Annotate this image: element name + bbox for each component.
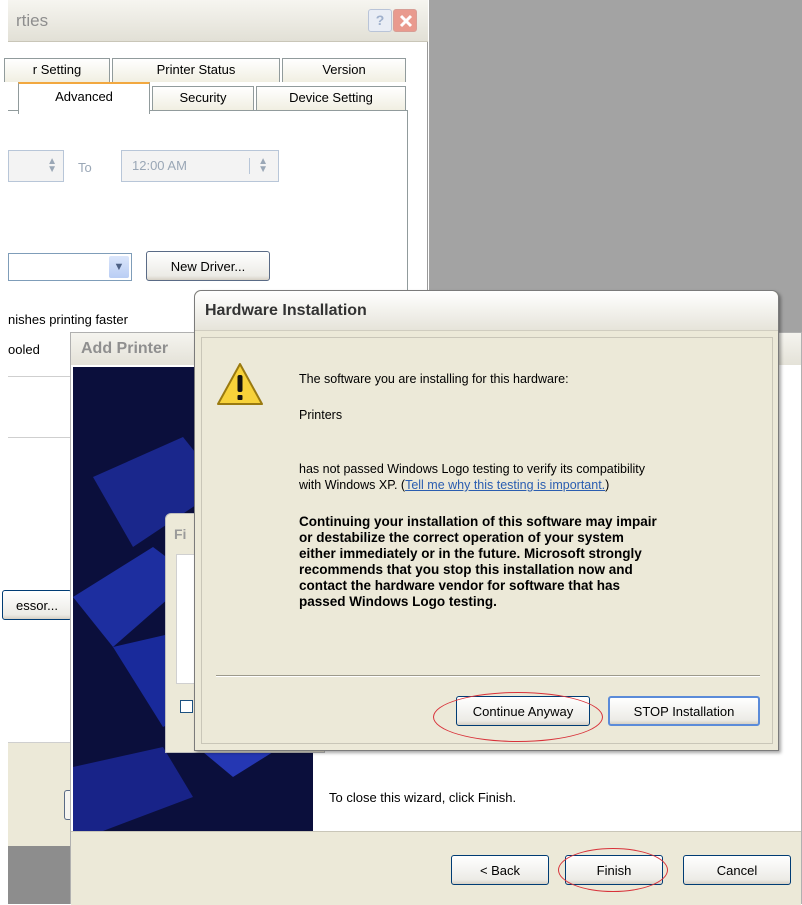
option-spooled: ooled: [8, 342, 40, 357]
spin-arrows-icon: ▲ ▼: [249, 157, 268, 175]
hardware-device-name: Printers: [299, 408, 343, 422]
print-processor-button[interactable]: essor...: [2, 590, 72, 620]
help-button[interactable]: ?: [368, 9, 392, 32]
close-icon: [399, 14, 413, 28]
chevron-down-icon: ▼: [109, 256, 129, 278]
logo-message-suffix: ): [605, 478, 610, 492]
properties-title-bar: rties ?: [8, 0, 428, 42]
hardware-installation-dialog: Hardware Installation The software you a…: [194, 290, 779, 751]
option-finishes-printing-faster: nishes printing faster: [8, 312, 128, 327]
logo-message-line2: with Windows XP. (Tell me why this testi…: [299, 478, 609, 492]
cancel-button[interactable]: Cancel: [683, 855, 791, 885]
warning-line: recommends that you stop this installati…: [299, 562, 633, 577]
tab-printer-status[interactable]: Printer Status: [112, 58, 280, 82]
desktop-bottom-left: [8, 846, 70, 904]
tab-advanced[interactable]: Advanced: [18, 82, 150, 114]
from-time-spinner[interactable]: ▲ ▼: [8, 150, 64, 182]
logo-message-prefix: with Windows XP. (: [299, 478, 406, 492]
file-subdialog-title: Fi: [174, 526, 187, 542]
new-driver-button[interactable]: New Driver...: [146, 251, 270, 281]
warning-message: Continuing your installation of this sof…: [299, 514, 769, 610]
finish-button[interactable]: Finish: [565, 855, 663, 885]
stop-installation-button[interactable]: STOP Installation: [608, 696, 760, 726]
subdialog-checkbox[interactable]: [180, 700, 193, 713]
tab-device-setting[interactable]: Device Setting: [256, 86, 406, 110]
hardware-dialog-panel: The software you are installing for this…: [201, 337, 773, 744]
spin-arrows-icon: ▲ ▼: [47, 156, 57, 175]
dialog-divider: [216, 675, 760, 677]
tab-security[interactable]: Security: [152, 86, 254, 110]
to-label: To: [78, 160, 92, 175]
to-time-spinner[interactable]: 12:00 AM ▲ ▼: [121, 150, 279, 182]
back-button[interactable]: < Back: [451, 855, 549, 885]
logo-message-line1: has not passed Windows Logo testing to v…: [299, 462, 646, 476]
warning-line: Continuing your installation of this sof…: [299, 514, 657, 529]
to-time-value: 12:00 AM: [132, 158, 187, 173]
close-button[interactable]: [393, 9, 417, 32]
warning-line: passed Windows Logo testing.: [299, 594, 497, 609]
warning-line: or destabilize the correct operation of …: [299, 530, 624, 545]
desktop-background: [429, 0, 802, 322]
tab-version[interactable]: Version: [282, 58, 406, 82]
warning-line: contact the hardware vendor for software…: [299, 578, 621, 593]
hardware-dialog-title-bar: Hardware Installation: [195, 291, 778, 331]
properties-window-title: rties: [16, 11, 49, 30]
tab-printer-setting[interactable]: r Setting: [4, 58, 110, 82]
driver-dropdown[interactable]: ▼: [8, 253, 132, 281]
warning-icon: [217, 363, 263, 405]
wizard-close-instruction: To close this wizard, click Finish.: [329, 790, 517, 805]
why-testing-link[interactable]: Tell me why this testing is important.: [405, 478, 605, 492]
continue-anyway-button[interactable]: Continue Anyway: [456, 696, 590, 726]
hardware-intro-text: The software you are installing for this…: [299, 372, 569, 386]
wizard-title: Add Printer: [81, 340, 169, 357]
warning-line: either immediately or in the future. Mic…: [299, 546, 642, 561]
left-frame-line: [8, 376, 70, 438]
hardware-dialog-title: Hardware Installation: [205, 302, 367, 319]
